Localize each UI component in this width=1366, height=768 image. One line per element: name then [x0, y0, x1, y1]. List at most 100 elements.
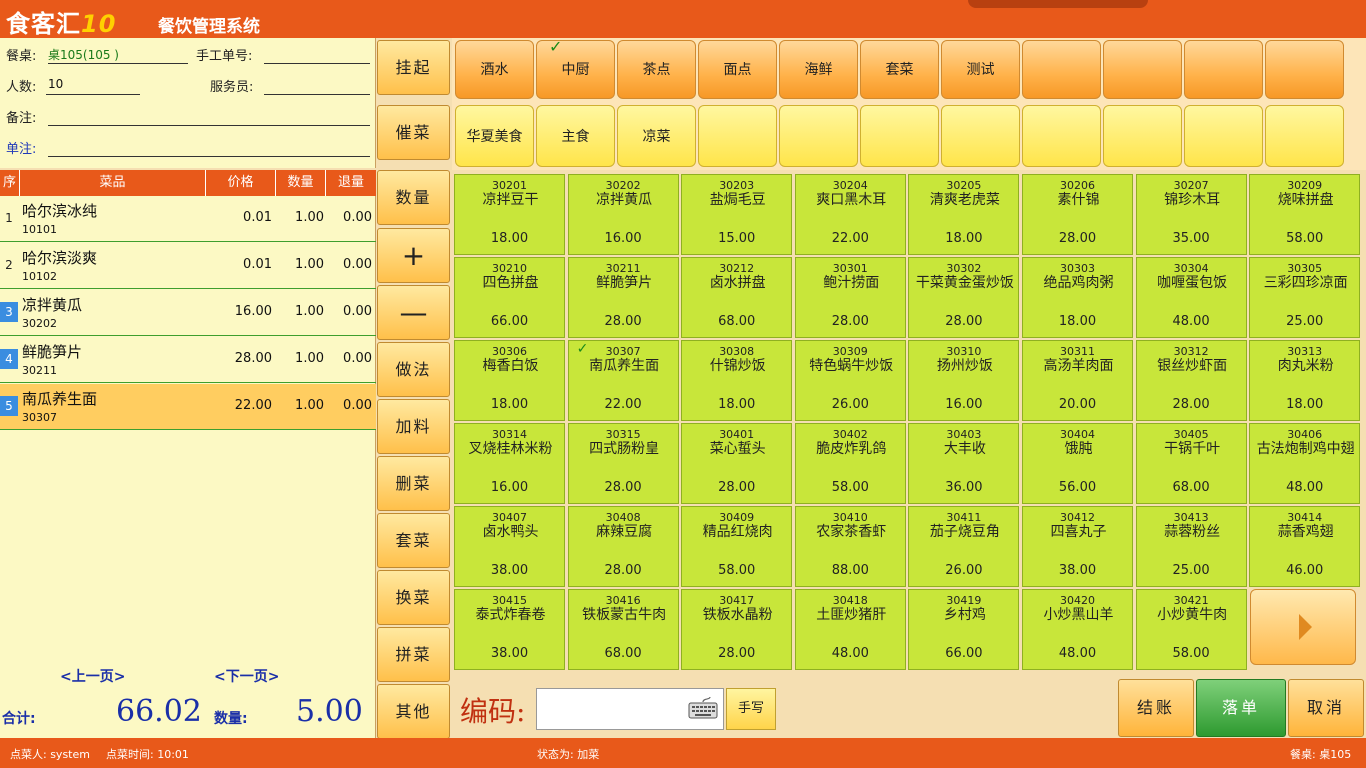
dish-tile[interactable]: 30306 梅香白饭 18.00	[454, 340, 565, 421]
method-button[interactable]: 做法	[377, 342, 450, 397]
dish-tile[interactable]: 30412 四喜丸子 38.00	[1022, 506, 1133, 587]
manual-no-field[interactable]	[264, 63, 370, 64]
category-empty[interactable]	[1184, 40, 1263, 99]
other-button[interactable]: 其他	[377, 684, 450, 739]
prev-page-link[interactable]: <上一页>	[60, 666, 125, 686]
dish-tile[interactable]: 30308 什锦炒饭 18.00	[681, 340, 793, 421]
dish-tile[interactable]: 30315 四式肠粉皇 28.00	[567, 423, 679, 504]
subcategory-huaxia[interactable]: 华夏美食	[455, 105, 534, 167]
subcategory-empty[interactable]	[1022, 105, 1101, 167]
combine-dish-button[interactable]: 拼菜	[377, 627, 450, 682]
dish-tile[interactable]: 30209 烧味拼盘 58.00	[1249, 174, 1361, 255]
subcategory-empty[interactable]	[1265, 105, 1344, 167]
category-empty[interactable]	[1103, 40, 1182, 99]
order-row[interactable]: 3 凉拌黄瓜 30202 16.00 1.00 0.00	[0, 290, 376, 336]
dish-tile[interactable]: 30404 饿肫 56.00	[1022, 423, 1133, 504]
dish-next-page-button[interactable]	[1250, 589, 1356, 665]
dish-tile[interactable]: 30207 锦珍木耳 35.00	[1135, 174, 1247, 255]
category-seafood[interactable]: 海鲜	[779, 40, 858, 99]
add-ingredient-button[interactable]: 加料	[377, 399, 450, 454]
dish-tile[interactable]: 30307 南瓜养生面 22.00 ✓	[567, 340, 679, 421]
dish-tile[interactable]: 30414 蒜香鸡翅 46.00	[1249, 506, 1361, 587]
dish-tile[interactable]: 30203 盐焗毛豆 15.00	[681, 174, 793, 255]
dish-tile[interactable]: 30212 卤水拼盘 68.00	[681, 257, 793, 338]
dish-tile[interactable]: 30302 干菜黄金蛋炒饭 28.00	[908, 257, 1020, 338]
people-value[interactable]: 10	[48, 77, 63, 91]
subcategory-cold-dish[interactable]: 凉菜	[617, 105, 696, 167]
dish-tile[interactable]: 30419 乡村鸡 66.00	[908, 589, 1020, 670]
order-note-field[interactable]	[48, 156, 370, 157]
subcategory-empty[interactable]	[698, 105, 777, 167]
dish-tile[interactable]: 30418 土匪炒猪肝 48.00	[794, 589, 906, 670]
dish-tile[interactable]: 30402 脆皮炸乳鸽 58.00	[794, 423, 906, 504]
dish-tile[interactable]: 30202 凉拌黄瓜 16.00	[567, 174, 679, 255]
dish-tile[interactable]: 30411 茄子烧豆角 26.00	[908, 506, 1020, 587]
set-meal-button[interactable]: 套菜	[377, 513, 450, 568]
dish-tile[interactable]: 30313 肉丸米粉 18.00	[1249, 340, 1361, 421]
dish-tile[interactable]: 30310 扬州炒饭 16.00	[908, 340, 1020, 421]
dish-tile[interactable]: 30303 绝品鸡肉粥 18.00	[1022, 257, 1133, 338]
suspend-button[interactable]: 挂起	[377, 40, 450, 95]
subcategory-empty[interactable]	[1184, 105, 1263, 167]
dish-tile[interactable]: 30417 铁板水晶粉 28.00	[681, 589, 793, 670]
delete-dish-button[interactable]: 删菜	[377, 456, 450, 511]
category-pastry[interactable]: 面点	[698, 40, 777, 99]
remark-field[interactable]	[48, 125, 370, 126]
dish-tile[interactable]: 30413 蒜蓉粉丝 25.00	[1135, 506, 1247, 587]
subcategory-empty[interactable]	[1103, 105, 1182, 167]
dish-tile[interactable]: 30407 卤水鸭头 38.00	[454, 506, 565, 587]
submit-order-button[interactable]: 落单	[1196, 679, 1286, 737]
waiter-field[interactable]	[264, 94, 370, 95]
subcategory-empty[interactable]	[860, 105, 939, 167]
dish-tile[interactable]: 30416 铁板蒙古牛肉 68.00	[567, 589, 679, 670]
dish-tile[interactable]: 30403 大丰收 36.00	[908, 423, 1020, 504]
next-page-link[interactable]: <下一页>	[214, 666, 279, 686]
dish-tile[interactable]: 30420 小炒黑山羊 48.00	[1022, 589, 1133, 670]
dish-tile[interactable]: 30309 特色蜗牛炒饭 26.00	[794, 340, 906, 421]
order-row[interactable]: 4 鲜脆笋片 30211 28.00 1.00 0.00	[0, 337, 376, 383]
category-empty[interactable]	[1022, 40, 1101, 99]
plus-button[interactable]: +	[377, 228, 450, 283]
swap-dish-button[interactable]: 换菜	[377, 570, 450, 625]
dish-tile[interactable]: 30305 三彩四珍凉面 25.00	[1249, 257, 1361, 338]
category-drinks[interactable]: 酒水	[455, 40, 534, 99]
cancel-button[interactable]: 取消	[1288, 679, 1364, 737]
dish-tile[interactable]: 30314 叉烧桂林米粉 16.00	[454, 423, 565, 504]
checkout-button[interactable]: 结账	[1118, 679, 1194, 737]
dish-tile[interactable]: 30406 古法炮制鸡中翅 48.00	[1249, 423, 1361, 504]
quantity-button[interactable]: 数量	[377, 170, 450, 225]
minus-button[interactable]: —	[377, 285, 450, 340]
dish-tile[interactable]: 30415 泰式炸春卷 38.00	[454, 589, 565, 670]
subcategory-staple[interactable]: 主食	[536, 105, 615, 167]
dish-tile[interactable]: 30211 鲜脆笋片 28.00	[567, 257, 679, 338]
dish-tile[interactable]: 30312 银丝炒虾面 28.00	[1135, 340, 1247, 421]
category-dim-sum[interactable]: 茶点	[617, 40, 696, 99]
dish-tile[interactable]: 30201 凉拌豆干 18.00	[454, 174, 565, 255]
category-empty[interactable]	[1265, 40, 1344, 99]
dish-tile[interactable]: 30311 高汤羊肉面 20.00	[1022, 340, 1133, 421]
dish-tile[interactable]: 30304 咖喱蛋包饭 48.00	[1135, 257, 1247, 338]
dish-tile[interactable]: 30401 菜心蜇头 28.00	[681, 423, 793, 504]
subcategory-empty[interactable]	[779, 105, 858, 167]
category-set-meal[interactable]: 套菜	[860, 40, 939, 99]
keyboard-icon[interactable]	[688, 697, 718, 719]
dish-tile[interactable]: 30301 鲍汁捞面 28.00	[794, 257, 906, 338]
handwrite-button[interactable]: 手写	[726, 688, 776, 730]
dish-tile[interactable]: 30205 清爽老虎菜 18.00	[908, 174, 1020, 255]
category-chinese-kitchen[interactable]: ✓ 中厨	[536, 39, 615, 99]
subcategory-empty[interactable]	[941, 105, 1020, 167]
dish-tile[interactable]: 30210 四色拼盘 66.00	[454, 257, 565, 338]
order-row[interactable]: 2 哈尔滨淡爽 10102 0.01 1.00 0.00	[0, 243, 376, 289]
dish-tile[interactable]: 30409 精品红烧肉 58.00	[681, 506, 793, 587]
order-row-selected[interactable]: 5 南瓜养生面 30307 22.00 1.00 0.00	[0, 384, 376, 430]
status-state: 状态为: 加菜	[537, 748, 600, 761]
dish-tile[interactable]: 30421 小炒黄牛肉 58.00	[1135, 589, 1247, 670]
dish-tile[interactable]: 30206 素什锦 28.00	[1022, 174, 1133, 255]
dish-tile[interactable]: 30204 爽口黑木耳 22.00	[794, 174, 906, 255]
dish-tile[interactable]: 30408 麻辣豆腐 28.00	[567, 506, 679, 587]
dish-tile[interactable]: 30405 干锅千叶 68.00	[1135, 423, 1247, 504]
hurry-dish-button[interactable]: 催菜	[377, 105, 450, 160]
category-test[interactable]: 测试	[941, 40, 1020, 99]
dish-tile[interactable]: 30410 农家茶香虾 88.00	[794, 506, 906, 587]
order-row[interactable]: 1 哈尔滨冰纯 10101 0.01 1.00 0.00	[0, 196, 376, 242]
